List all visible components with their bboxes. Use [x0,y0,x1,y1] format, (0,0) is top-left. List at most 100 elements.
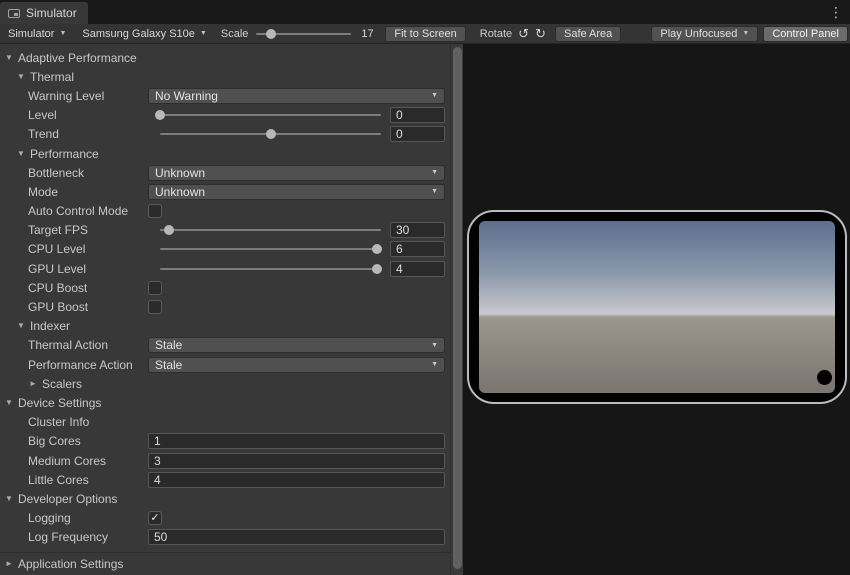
slider-track[interactable] [160,114,381,116]
overflow-menu-icon[interactable]: ⋮ [829,3,843,21]
row-device-settings[interactable]: ▼Device Settings [0,393,450,412]
big-cores-field[interactable]: 1 [148,433,445,449]
gpu-level-slider: 4 [148,261,445,277]
scale-slider[interactable] [256,24,351,43]
vertical-scrollbar[interactable] [450,44,463,575]
dropdown-arrow-icon: ▼ [431,342,438,349]
row-label-col: Logging [0,511,148,525]
play-unfocused-dropdown[interactable]: Play Unfocused ▼ [651,26,758,42]
control-panel-label: Control Panel [772,28,839,40]
row-indexer[interactable]: ▼Indexer [0,317,450,336]
scrollbar-thumb[interactable] [453,47,462,569]
row-developer-options[interactable]: ▼Developer Options [0,489,450,508]
row-label-col: ▼Adaptive Performance [0,51,148,65]
row-label: GPU Boost [28,300,88,314]
scale-value: 17 [361,28,377,40]
slider-track[interactable] [160,229,381,231]
row-control: Unknown▼ [148,182,445,201]
dropdown-arrow-icon: ▼ [431,92,438,99]
row-label-col: Trend [0,127,148,141]
slider-handle[interactable] [164,225,174,235]
row-scalers[interactable]: ►Scalers [0,374,450,393]
trend-value-field[interactable]: 0 [390,126,445,142]
fit-to-screen-label: Fit to Screen [394,28,456,40]
rotate-label: Rotate [480,28,512,40]
slider-handle[interactable] [266,129,276,139]
row-control: 6 [148,240,445,259]
slider-handle[interactable] [155,110,165,120]
target-fps-value-field[interactable]: 30 [390,222,445,238]
safe-area-button[interactable]: Safe Area [555,26,621,42]
row-control: 4 [148,470,445,489]
row-label-col: CPU Level [0,242,148,256]
row-control [148,67,445,86]
row-control: ✓ [148,509,445,528]
row-label-col: Medium Cores [0,454,148,468]
gpu-level-value-field[interactable]: 4 [390,261,445,277]
row-label: Medium Cores [28,454,106,468]
foldout-open-icon[interactable]: ▼ [5,54,18,62]
foldout-collapsed-icon[interactable]: ► [29,380,42,388]
tab-simulator[interactable]: Simulator [0,2,88,24]
foldout-open-icon[interactable]: ▼ [17,73,30,81]
row-label: Mode [28,185,58,199]
row-trend: Trend 0 [0,125,450,144]
slider-track[interactable] [160,133,381,135]
toolbar-right-group: Play Unfocused ▼ Control Panel [651,26,848,42]
thermal-action-dropdown[interactable]: Stale▼ [148,337,445,353]
row-control: 30 [148,221,445,240]
simulator-menu-dropdown[interactable]: Simulator ▼ [2,24,72,43]
cpu-level-value-field[interactable]: 6 [390,241,445,257]
scale-slider-handle[interactable] [266,29,276,39]
gpu-boost-checkbox[interactable] [148,300,162,314]
control-panel-button[interactable]: Control Panel [763,26,848,42]
log-frequency-field[interactable]: 50 [148,529,445,545]
row-thermal[interactable]: ▼Thermal [0,67,450,86]
slider-track[interactable] [160,248,381,250]
row-control: 0 [148,125,445,144]
warning-level-dropdown[interactable]: No Warning ▼ [148,88,445,104]
performance-action-dropdown[interactable]: Stale▼ [148,357,445,373]
fit-to-screen-button[interactable]: Fit to Screen [385,26,465,42]
level-value-field[interactable]: 0 [390,107,445,123]
row-control [148,278,445,297]
device-select-label: Samsung Galaxy S10e [82,28,195,40]
rotate-cw-icon[interactable]: ↻ [535,27,546,40]
medium-cores-field[interactable]: 3 [148,453,445,469]
row-control: 1 [148,432,445,451]
row-control: Stale▼ [148,355,445,374]
row-adaptive-performance[interactable]: ▼Adaptive Performance [0,48,450,67]
device-screen[interactable] [479,221,835,393]
auto-control-mode-checkbox[interactable] [148,204,162,218]
slider-handle[interactable] [372,264,382,274]
row-label: Developer Options [18,492,117,506]
slider-handle[interactable] [372,244,382,254]
bottleneck-dropdown[interactable]: Unknown▼ [148,165,445,181]
row-label: CPU Boost [28,281,87,295]
foldout-open-icon[interactable]: ▼ [5,495,18,503]
mode-dropdown[interactable]: Unknown▼ [148,184,445,200]
row-application-settings[interactable]: ► Application Settings [0,552,450,575]
rotate-ccw-icon[interactable]: ↺ [518,27,529,40]
row-warning-level: Warning Level No Warning ▼ [0,86,450,105]
slider-track[interactable] [160,268,381,270]
cpu-boost-checkbox[interactable] [148,281,162,295]
device-select-dropdown[interactable]: Samsung Galaxy S10e ▼ [76,24,212,43]
scale-slider-track[interactable] [256,33,351,35]
foldout-open-icon[interactable]: ▼ [17,322,30,330]
dropdown-value: Unknown [155,166,205,180]
row-label-col: Cluster Info [0,415,148,429]
foldout-open-icon[interactable]: ▼ [5,399,18,407]
logging-checkbox[interactable]: ✓ [148,511,162,525]
row-label: Warning Level [28,89,104,103]
foldout-open-icon[interactable]: ▼ [17,150,30,158]
row-performance[interactable]: ▼Performance [0,144,450,163]
control-panel-rows: ▼Adaptive Performance▼ThermalWarning Lev… [0,48,450,547]
little-cores-field[interactable]: 4 [148,472,445,488]
foldout-collapsed-icon[interactable]: ► [5,560,18,568]
row-label-col: Warning Level [0,89,148,103]
dropdown-value: No Warning [155,89,218,103]
row-label: Big Cores [28,434,81,448]
row-auto-control-mode: Auto Control Mode [0,202,450,221]
row-control [148,202,445,221]
